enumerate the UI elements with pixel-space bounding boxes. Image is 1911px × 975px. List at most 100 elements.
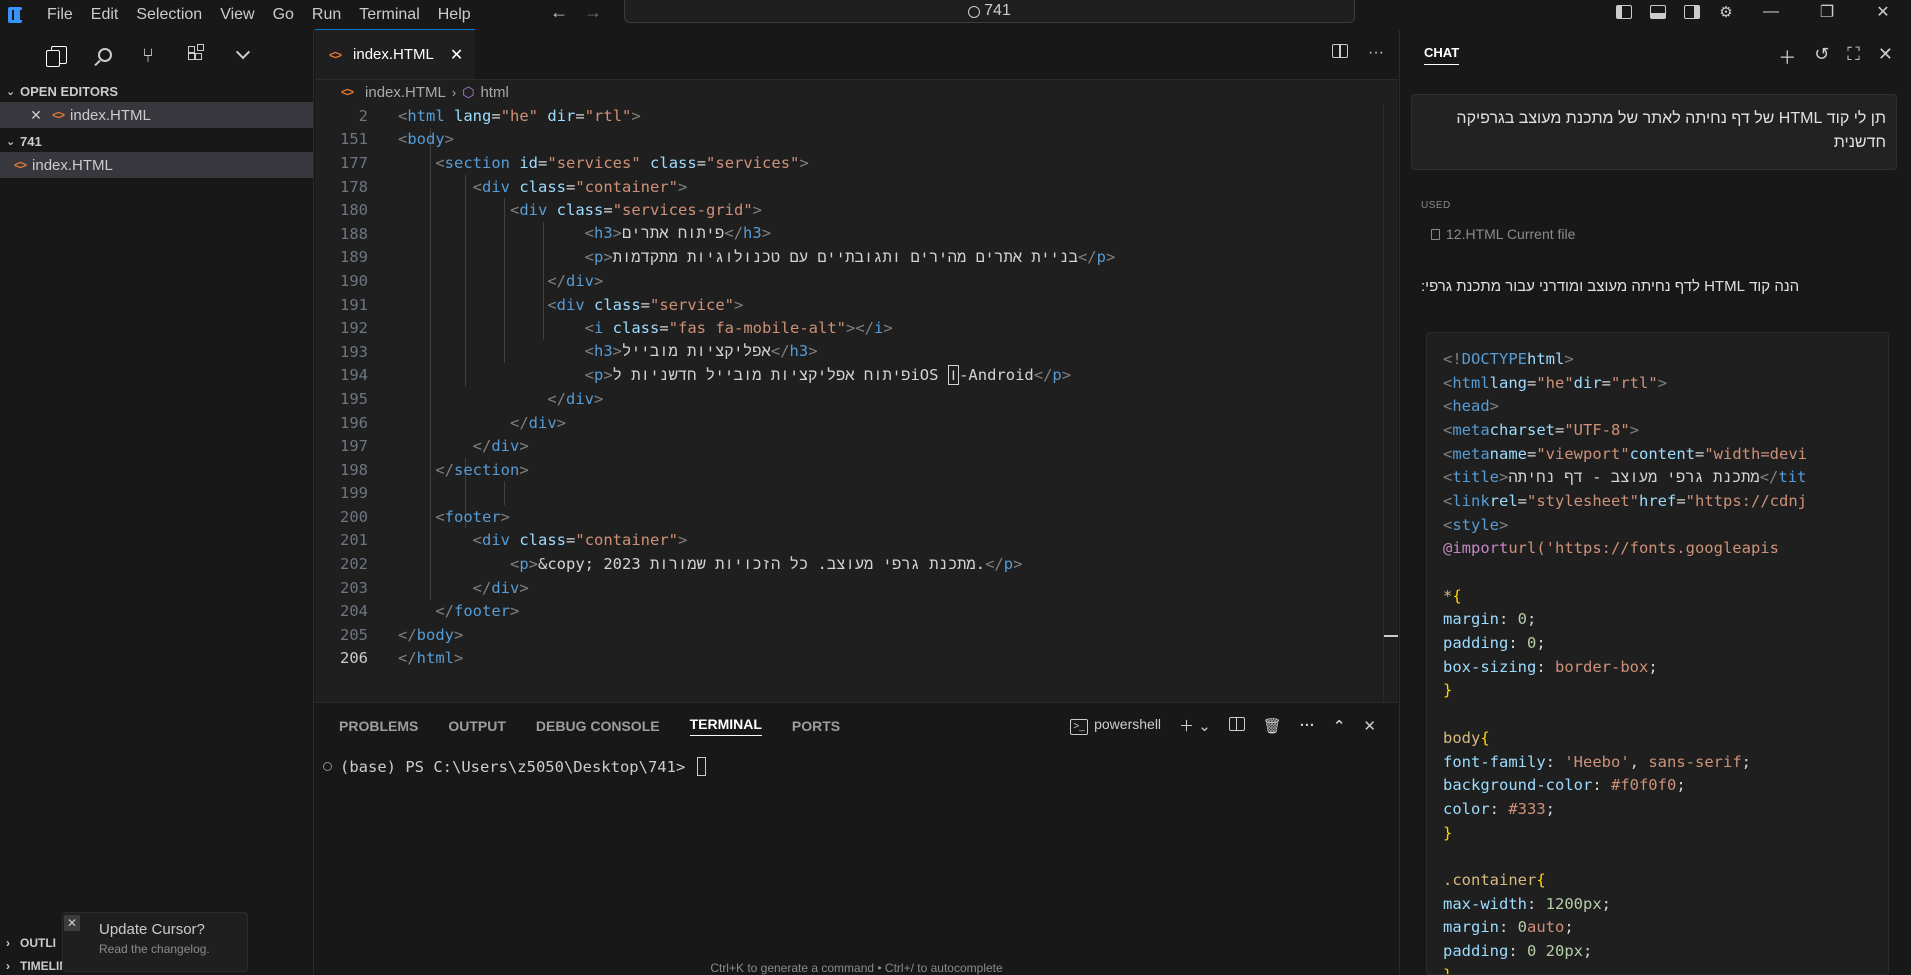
search-icon (968, 5, 981, 18)
back-arrow-icon[interactable]: ← (550, 2, 568, 23)
trash-icon[interactable]: 🗑 (1263, 717, 1282, 735)
tab-terminal[interactable]: TERMINAL (689, 716, 762, 736)
tab-index-html[interactable]: <> index.HTML ✕ (315, 29, 476, 79)
code-line: 197 </div> (340, 437, 529, 456)
menu-bar: File Edit Selection View Go Run Terminal… (38, 3, 480, 27)
breadcrumb-symbol[interactable]: html (480, 84, 508, 101)
chat-panel: CHAT ＋ ↺ ⛶ ✕ תן לי קוד HTML של דף נחיתה … (1399, 30, 1911, 975)
breadcrumb: <> index.HTML › ⬡ html (315, 80, 1398, 104)
settings-gear-icon[interactable]: ⚙ (1709, 3, 1743, 21)
chevron-down-icon: ⌄ (6, 85, 16, 98)
terminal-hint: Ctrl+K to generate a command • Ctrl+/ to… (710, 961, 1003, 975)
close-panel-icon[interactable]: ✕ (1363, 717, 1376, 735)
context-file[interactable]: 12.HTML Current file (1431, 226, 1575, 242)
breadcrumb-file[interactable]: index.HTML (365, 84, 446, 101)
toggle-panel-icon[interactable] (1641, 5, 1675, 19)
app-logo-icon (0, 3, 30, 27)
code-line: 180 <div class="services-grid"> (340, 201, 763, 220)
close-chat-icon[interactable]: ✕ (1878, 44, 1893, 70)
code-line: 199 (340, 484, 368, 503)
restore-button[interactable]: ❐ (1799, 2, 1855, 22)
open-editor-item[interactable]: ✕ <> index.HTML (0, 102, 313, 128)
folder-header[interactable]: ⌄ 741 (0, 130, 313, 152)
terminal-output[interactable]: (base) PS C:\Users\z5050\Desktop\741> (323, 757, 706, 776)
terminal-prompt: (base) PS C:\Users\z5050\Desktop\741> (340, 757, 695, 776)
open-editors-header[interactable]: ⌄ OPEN EDITORS (0, 80, 313, 102)
assistant-code-block[interactable]: <! DOCTYPE html > < html lang = "he" dir = "rtl… (1426, 332, 1889, 975)
chevron-right-icon: › (6, 936, 10, 950)
editor-tabs: <> index.HTML ✕ ··· (315, 29, 1398, 80)
maximize-chat-icon[interactable]: ⛶ (1847, 44, 1860, 70)
source-control-icon[interactable] (136, 40, 166, 70)
file-tree-item[interactable]: <> index.HTML (0, 152, 313, 178)
code-line: 201 <div class="container"> (340, 531, 688, 550)
terminal-profile[interactable]: >_ powershell (1070, 716, 1161, 735)
code-line: 2 <html lang="he" dir="rtl"> (358, 106, 641, 125)
tab-ports[interactable]: PORTS (792, 718, 840, 734)
code-line: 198 </section> (340, 460, 529, 479)
menu-file[interactable]: File (38, 3, 82, 27)
split-editor-icon[interactable] (1332, 44, 1349, 63)
scroll-position-marker (1384, 635, 1398, 637)
activity-bar (0, 30, 313, 80)
split-terminal-icon[interactable] (1228, 716, 1245, 735)
code-editor[interactable]: 2 <html lang="he" dir="rtl"> 151 <body> 17… (315, 104, 1398, 670)
new-chat-icon[interactable]: ＋ (1778, 44, 1796, 70)
assistant-intro: הנה קוד HTML לדף נחיתה מעוצב ומודרני עבו… (1421, 278, 1800, 295)
chevron-right-icon: › (6, 959, 10, 973)
close-window-button[interactable]: ✕ (1855, 2, 1911, 22)
panel-tabs: PROBLEMS OUTPUT DEBUG CONSOLE TERMINAL P… (315, 703, 1398, 749)
search-view-icon[interactable] (90, 40, 120, 70)
menu-terminal[interactable]: Terminal (350, 3, 428, 27)
code-line: 195 </div> (340, 389, 604, 408)
menu-help[interactable]: Help (429, 3, 480, 27)
command-decoration-icon (323, 762, 332, 771)
more-views-chevron-icon[interactable] (228, 40, 258, 70)
menu-run[interactable]: Run (303, 3, 350, 27)
extensions-icon[interactable] (182, 40, 212, 70)
code-line: 193 <h3>אפליקציות מובייל</h3> (340, 342, 818, 361)
menu-view[interactable]: View (211, 3, 263, 27)
new-terminal-icon[interactable]: ＋ ⌄ (1179, 715, 1211, 736)
code-line: 178 <div class="container"> (340, 177, 688, 196)
toast-title: Update Cursor? (99, 921, 205, 938)
more-actions-icon[interactable]: ··· (1300, 717, 1315, 734)
code-line: 204 </footer> (340, 602, 520, 621)
user-message[interactable]: תן לי קוד HTML של דף נחיתה לאתר של מתכנת… (1411, 94, 1897, 170)
maximize-panel-icon[interactable]: ⌃ (1333, 717, 1346, 735)
command-center-search[interactable]: 741 (624, 0, 1355, 23)
tab-debug-console[interactable]: DEBUG CONSOLE (536, 718, 660, 734)
close-icon[interactable]: ✕ (26, 107, 46, 124)
more-actions-icon[interactable]: ··· (1368, 44, 1384, 63)
toggle-primary-sidebar-icon[interactable] (1607, 5, 1641, 19)
close-icon[interactable]: ✕ (64, 915, 80, 931)
menu-go[interactable]: Go (264, 3, 303, 27)
code-line: 190 </div> (340, 271, 604, 290)
chat-title[interactable]: CHAT (1424, 45, 1460, 65)
title-bar: File Edit Selection View Go Run Terminal… (0, 0, 1911, 30)
minimize-button[interactable]: — (1743, 3, 1799, 21)
sidebar: ⌄ OPEN EDITORS ✕ <> index.HTML ⌄ 741 <> … (0, 30, 314, 975)
toast-subtitle[interactable]: Read the changelog. (99, 942, 247, 956)
code-line: 194 <p>פיתוח אפליקציות מובייל חדשניות לi… (340, 364, 1072, 385)
editor-area: <> index.HTML ✕ ··· <> index.HTML › ⬡ ht… (315, 29, 1398, 702)
history-icon[interactable]: ↺ (1814, 44, 1829, 70)
code-line: 202 <p>&copy; 2023 מתכנת גרפי מעוצב. כל … (340, 554, 1023, 574)
close-tab-icon[interactable]: ✕ (450, 45, 463, 65)
tab-problems[interactable]: PROBLEMS (339, 718, 418, 734)
tab-output[interactable]: OUTPUT (448, 718, 506, 734)
code-line: 189 <p>בניית אתרים מהירים ותגובתיים עם ט… (340, 247, 1116, 267)
html-file-icon: <> (14, 158, 27, 172)
symbol-element-icon: ⬡ (462, 83, 475, 100)
explorer-icon[interactable] (44, 40, 74, 70)
html-file-icon: <> (52, 108, 65, 122)
menu-edit[interactable]: Edit (82, 3, 128, 27)
code-line: 200 <footer> (340, 507, 511, 526)
code-line: 203 </div> (340, 578, 529, 597)
forward-arrow-icon[interactable]: → (584, 2, 602, 23)
context-used-label: USED (1421, 200, 1451, 211)
update-notification[interactable]: ✕ Update Cursor? Read the changelog. (62, 912, 248, 972)
toggle-secondary-sidebar-icon[interactable] (1675, 5, 1709, 19)
editor-scrollbar[interactable] (1383, 104, 1384, 702)
menu-selection[interactable]: Selection (127, 3, 211, 27)
